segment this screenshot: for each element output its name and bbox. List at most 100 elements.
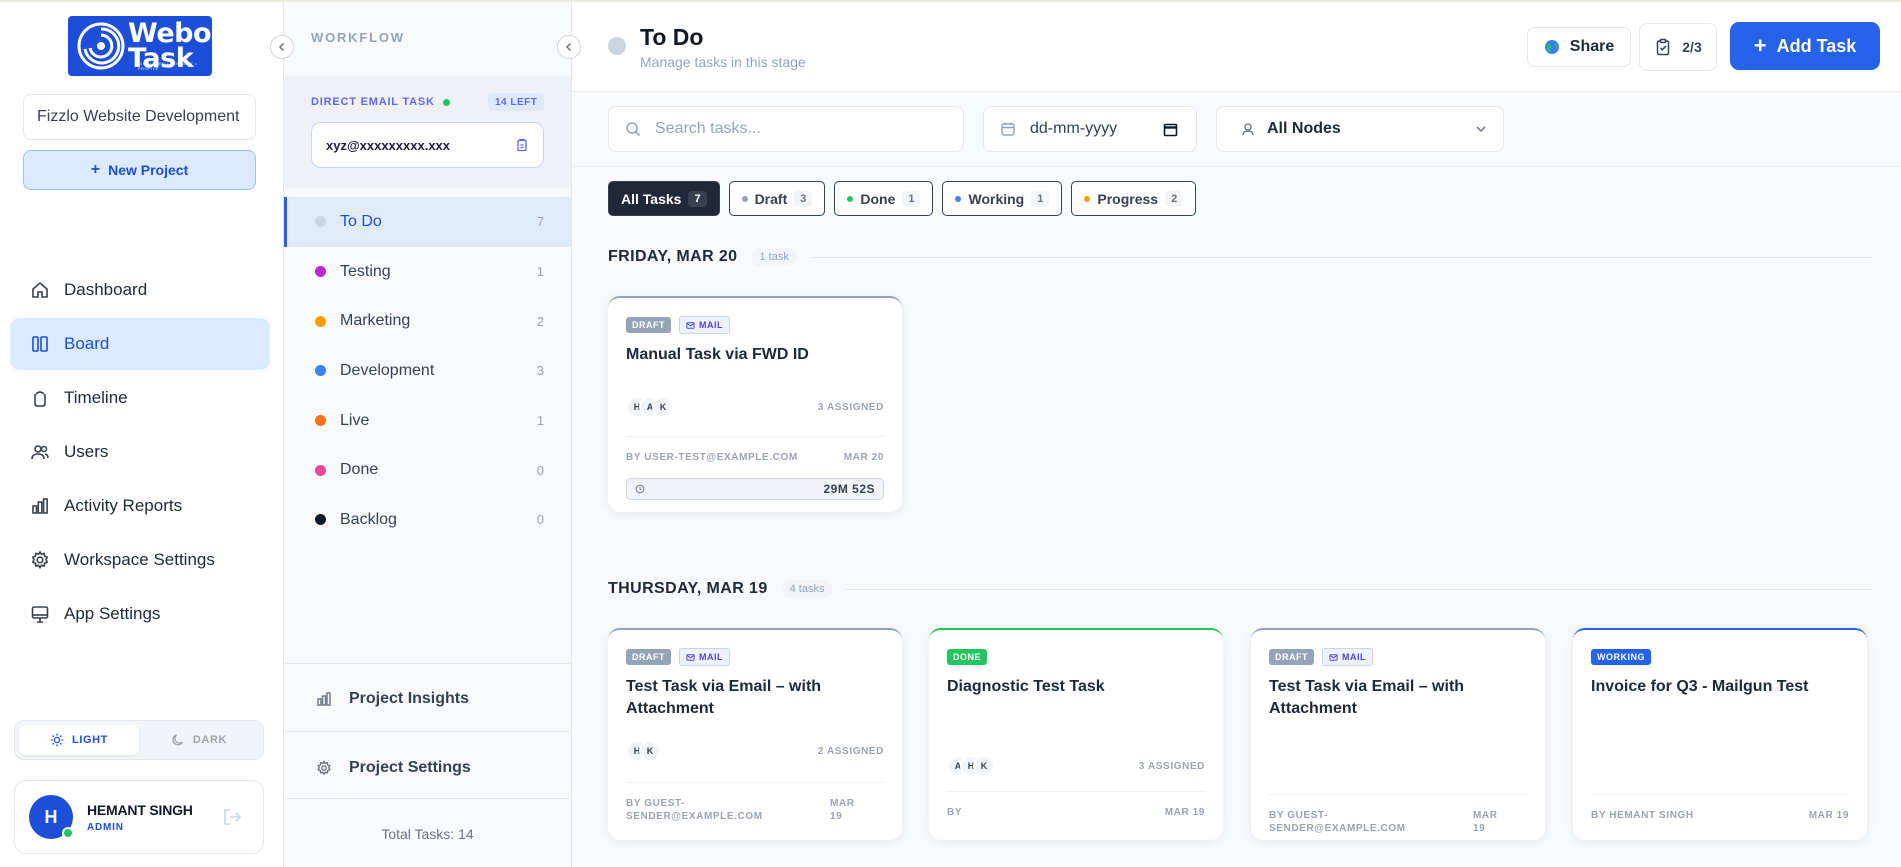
assigned-count: 2 ASSIGNED [817, 745, 884, 757]
day-group-header: THURSDAY, MAR 19 4 tasks [608, 580, 1873, 598]
task-date: MAR 19 [1473, 810, 1498, 834]
stage-item-marketing[interactable]: Marketing 2 [284, 296, 571, 346]
stage-header: To Do Manage tasks in this stage Share 2… [572, 0, 1901, 92]
direct-email-field[interactable]: xyz@xxxxxxxxx.xxx [311, 122, 544, 168]
new-project-button[interactable]: + New Project [23, 150, 256, 190]
nav-board[interactable]: Board [10, 318, 270, 370]
stage-item-testing[interactable]: Testing 1 [284, 247, 571, 297]
nav-app-settings[interactable]: App Settings [10, 588, 270, 640]
users-icon [31, 445, 49, 460]
project-settings-link[interactable]: Project Settings [284, 740, 571, 796]
status-dot [955, 195, 962, 202]
mail-icon [686, 653, 695, 661]
tasks-left-badge: 14 LEFT [488, 93, 545, 111]
user-name: HEMANT SINGH [87, 801, 193, 818]
calendar-picker-icon[interactable] [1163, 122, 1178, 137]
divider [284, 663, 571, 664]
search-input[interactable] [655, 120, 862, 138]
timeline-icon [34, 391, 46, 407]
assignee-avatars: H A K [626, 396, 674, 418]
collapse-sidebar-button[interactable] [270, 35, 294, 59]
task-title: Test Task via Email – with Attachment [626, 678, 822, 717]
status-dot [741, 195, 748, 202]
avatar: K [652, 396, 674, 418]
task-card[interactable]: DRAFT MAIL Test Task via Email – with At… [608, 628, 902, 840]
sidebar: Webo Task SIMPLIFIED • CONNECT • PROFILE… [0, 0, 294, 867]
nav-timeline[interactable]: Timeline [10, 372, 270, 424]
chevron-left-icon [565, 42, 572, 52]
task-author: BY GUEST-SENDER@EXAMPLE.COM [1269, 810, 1406, 834]
chip-progress[interactable]: Progress 2 [1071, 181, 1197, 216]
clipboard-check-icon [1657, 38, 1670, 56]
task-counter-button[interactable]: 2/3 [1639, 23, 1717, 71]
task-card[interactable]: DRAFT MAIL Manual Task via FWD ID H A K … [608, 296, 902, 512]
stage-item-to-do[interactable]: To Do 7 [284, 197, 571, 247]
stage-item-live[interactable]: Live 1 [284, 396, 571, 446]
task-card[interactable]: DONE Diagnostic Test Task A H K 3 ASSIGN… [929, 628, 1223, 840]
bar-chart-icon [317, 692, 331, 706]
chevron-left-icon [278, 42, 285, 52]
task-author: BY HEMANT SINGH [1591, 810, 1694, 821]
nav-activity-reports[interactable]: Activity Reports [10, 480, 270, 532]
calendar-icon [1001, 122, 1015, 136]
project-selector[interactable]: Fizzlo Website Development [23, 94, 256, 140]
nav-users[interactable]: Users [10, 426, 270, 478]
nav-dashboard[interactable]: Dashboard [10, 264, 270, 316]
share-button[interactable]: Share [1527, 27, 1631, 67]
nodes-select[interactable]: All Nodes [1216, 106, 1504, 152]
status-badge: DRAFT [626, 649, 671, 665]
stage-item-backlog[interactable]: Backlog 0 [284, 495, 571, 545]
stage-item-development[interactable]: Development 3 [284, 346, 571, 396]
task-meta: BY HEMANT SINGH MAR 19 [1591, 794, 1849, 822]
theme-light-option[interactable]: LIGHT [19, 725, 139, 755]
task-card[interactable]: DRAFT MAIL Test Task via Email – with At… [1251, 628, 1545, 840]
stage-item-done[interactable]: Done 0 [284, 445, 571, 495]
chip-working[interactable]: Working 1 [942, 181, 1063, 216]
filter-bar: dd-mm-yyyy All Nodes [572, 92, 1901, 167]
date-filter[interactable]: dd-mm-yyyy [983, 106, 1197, 152]
status-badge: DONE [947, 649, 988, 665]
page-title: To Do [640, 24, 704, 50]
stage-color-dot [315, 266, 326, 278]
stage-color-indicator [608, 37, 626, 55]
nav-workspace-settings[interactable]: Workspace Settings [10, 534, 270, 586]
date-input-value: dd-mm-yyyy [1030, 120, 1118, 137]
user-profile-card[interactable]: H HEMANT SINGH ADMIN [14, 780, 264, 854]
assigned-count: 3 ASSIGNED [817, 401, 884, 413]
task-badges: WORKING [1591, 648, 1849, 666]
chip-all-tasks[interactable]: All Tasks 7 [608, 181, 720, 216]
assignee-avatars: A H K [947, 755, 995, 777]
chip-done[interactable]: Done 1 [834, 181, 934, 216]
task-date: MAR 19 [1808, 810, 1849, 821]
stage-color-dot [315, 415, 326, 427]
mail-badge: MAIL [1322, 648, 1373, 666]
search-box [608, 106, 964, 152]
status-dot [442, 98, 450, 106]
plus-icon: + [1753, 33, 1767, 58]
monitor-icon [31, 606, 49, 623]
task-meta: BY MAR 19 [947, 791, 1205, 819]
divider [846, 588, 1873, 590]
logo-tagline: SIMPLIFIED • CONNECT • PROFILE [138, 61, 198, 71]
divider [284, 731, 571, 732]
task-card[interactable]: WORKING Invoice for Q3 - Mailgun Test BY… [1573, 628, 1867, 840]
status-badge: WORKING [1591, 649, 1651, 665]
task-title: Test Task via Email – with Attachment [1269, 678, 1465, 717]
logout-icon[interactable] [221, 806, 243, 828]
day-group-header: FRIDAY, MAR 20 1 task [608, 248, 1873, 266]
assignee-row: A H K 3 ASSIGNED [947, 755, 1205, 777]
task-meta: BY GUEST-SENDER@EXAMPLE.COM MAR 19 [1269, 794, 1527, 835]
chip-draft[interactable]: Draft 3 [728, 181, 826, 216]
add-task-button[interactable]: + Add Task [1730, 22, 1880, 70]
theme-dark-option[interactable]: DARK [139, 725, 259, 755]
project-insights-link[interactable]: Project Insights [284, 671, 571, 727]
copy-icon[interactable] [515, 138, 529, 152]
status-badge: DRAFT [1269, 649, 1314, 665]
collapse-workflow-button[interactable] [557, 35, 581, 59]
app-logo[interactable]: Webo Task SIMPLIFIED • CONNECT • PROFILE [68, 16, 212, 76]
divider [810, 256, 1873, 258]
avatar: K [973, 755, 995, 777]
task-meta: BY GUEST-SENDER@EXAMPLE.COM MAR 19 [626, 782, 884, 823]
task-title: Diagnostic Test Task [947, 678, 1105, 695]
mail-badge: MAIL [679, 648, 730, 666]
